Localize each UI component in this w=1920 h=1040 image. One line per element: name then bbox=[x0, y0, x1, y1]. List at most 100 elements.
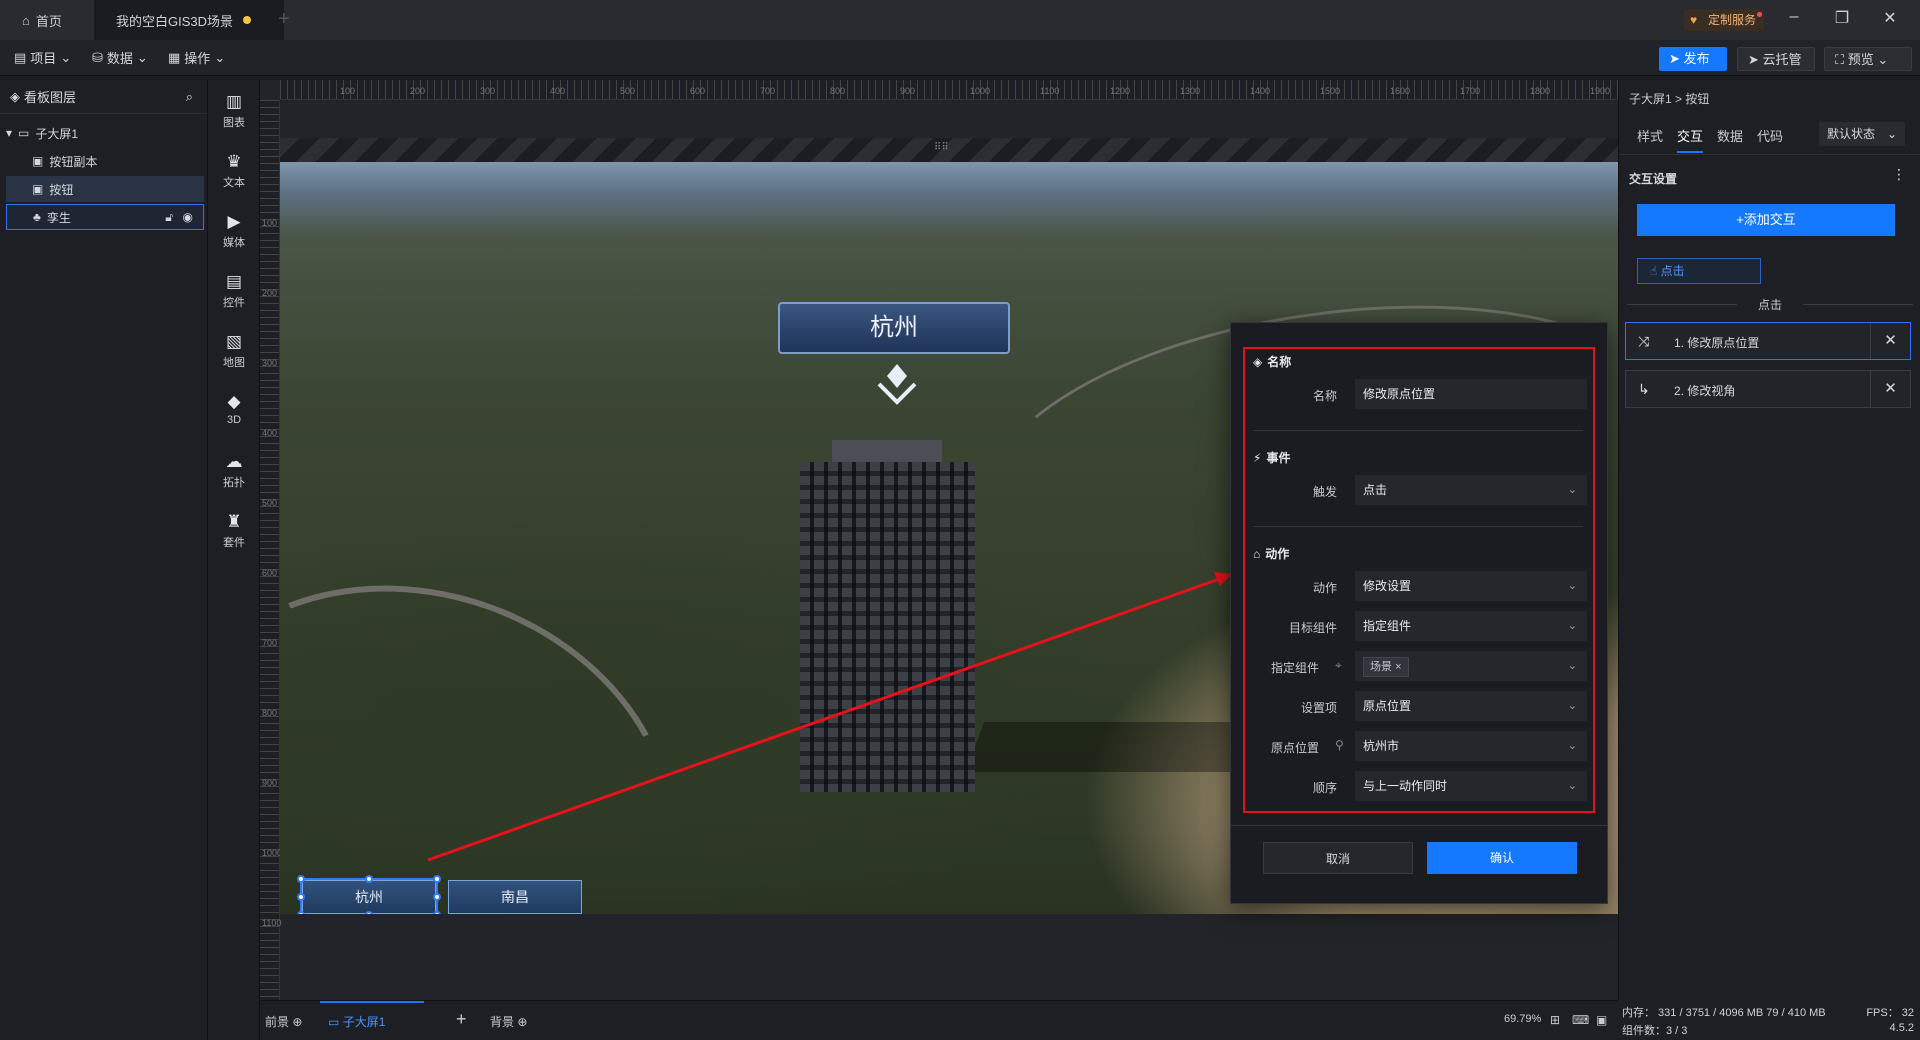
tab-background-label: 背景 bbox=[490, 1015, 515, 1029]
comp-media[interactable]: ▶ 媒体 bbox=[208, 212, 260, 250]
locate-icon[interactable]: ⌖ bbox=[1335, 658, 1342, 673]
field-label: 触发 bbox=[1312, 485, 1337, 499]
action-select[interactable]: 修改设置 ⌄ bbox=[1355, 571, 1587, 601]
remove-action-icon[interactable]: ✕ bbox=[1870, 323, 1910, 359]
chevron-down-icon: ⌄ bbox=[1877, 52, 1889, 67]
resize-handle[interactable] bbox=[433, 911, 441, 914]
chevron-down-icon: ⌄ bbox=[1567, 484, 1577, 496]
custom-service-button[interactable]: ♥ 定制服务 bbox=[1684, 9, 1765, 31]
hangzhou-button[interactable]: 杭州 bbox=[300, 878, 438, 914]
tab-code[interactable]: 代码 bbox=[1757, 126, 1783, 145]
ruler-label: 600 bbox=[690, 86, 706, 96]
building-shadow bbox=[965, 722, 1255, 772]
click-event-chip[interactable]: ☝︎ 点击 bbox=[1637, 258, 1761, 284]
field-label: 原点位置 bbox=[1270, 741, 1319, 755]
ruler-label: 1300 bbox=[1180, 86, 1201, 96]
comp-suite[interactable]: ♜ 套件 bbox=[208, 512, 260, 550]
comp-chart[interactable]: ▥ 图表 bbox=[208, 92, 260, 130]
fps-status: FPS： 32 bbox=[1866, 1007, 1914, 1019]
add-screen-icon[interactable]: + bbox=[456, 1009, 467, 1030]
chevron-down-icon: ⌄ bbox=[214, 49, 226, 65]
eye-icon[interactable]: ◉ bbox=[183, 210, 193, 224]
resize-handle[interactable] bbox=[297, 911, 305, 914]
caret-down-icon[interactable]: ▾ bbox=[6, 126, 12, 140]
tab-interaction[interactable]: 交互 bbox=[1677, 126, 1704, 153]
comp-3d[interactable]: ◆ 3D bbox=[208, 392, 260, 426]
tab-data[interactable]: 数据 bbox=[1717, 126, 1743, 145]
add-circle-icon[interactable]: ⊕ bbox=[292, 1015, 302, 1029]
terminal-icon[interactable]: ▣ bbox=[1596, 1013, 1607, 1027]
comp-topology[interactable]: ☁ 拓扑 bbox=[208, 452, 260, 490]
nanchang-button[interactable]: 南昌 bbox=[448, 880, 582, 914]
specified-select[interactable]: 场景 × ⌄ bbox=[1355, 651, 1587, 681]
toolbar: ▤ 项目 ⌄ ⛁ 数据 ⌄ ▦ 操作 ⌄ ➤ 发布 ➤ 云托管 ⛶ 预览 ⌄ bbox=[0, 40, 1920, 76]
tab-style[interactable]: 样式 bbox=[1637, 126, 1663, 145]
bottom-bar: 前景 ⊕ ▭ 子大屏1 + 背景 ⊕ 69.79% ⊞ ⌨ ▣ bbox=[260, 1000, 1618, 1040]
menu-project[interactable]: ▤ 项目 ⌄ bbox=[14, 48, 71, 67]
building-roof bbox=[832, 440, 942, 464]
chevron-down-icon: ⌄ bbox=[136, 49, 148, 65]
resize-handle[interactable] bbox=[433, 893, 441, 901]
add-circle-icon[interactable]: ⊕ bbox=[517, 1015, 527, 1029]
action-item-label: 1. 修改原点位置 bbox=[1674, 336, 1760, 350]
origin-select[interactable]: 杭州市 ⌄ bbox=[1355, 731, 1587, 761]
pin-icon[interactable]: ⚲ bbox=[1335, 738, 1344, 752]
state-select[interactable]: 默认状态 ⌄ bbox=[1819, 122, 1905, 146]
target-select[interactable]: 指定组件 ⌄ bbox=[1355, 611, 1587, 641]
resize-handle[interactable] bbox=[365, 911, 373, 914]
layer-item-screen[interactable]: ▾ ▭ 子大屏1 bbox=[6, 120, 204, 146]
image-icon: ▣ bbox=[32, 182, 44, 196]
search-icon[interactable]: ⌕ bbox=[186, 89, 193, 105]
comp-map[interactable]: ▧ 地图 bbox=[208, 332, 260, 370]
grid-icon: ▦ bbox=[168, 49, 181, 65]
action-item-2[interactable]: ↳ 2. 修改视角 ✕ bbox=[1625, 370, 1911, 408]
menu-operate[interactable]: ▦ 操作 ⌄ bbox=[168, 48, 225, 67]
name-input[interactable]: 修改原点位置 bbox=[1355, 379, 1587, 409]
order-select[interactable]: 与上一动作同时 ⌄ bbox=[1355, 771, 1587, 801]
chevron-down-icon: ⌄ bbox=[1567, 740, 1577, 752]
field-name: 名称 修改原点位置 bbox=[1243, 379, 1587, 409]
resize-handle[interactable] bbox=[297, 875, 305, 883]
close-icon[interactable]: ✕ bbox=[1878, 8, 1902, 28]
restore-icon[interactable]: ❐ bbox=[1830, 8, 1854, 28]
tab-screen[interactable]: ▭ 子大屏1 bbox=[328, 1013, 385, 1030]
zoom-level[interactable]: 69.79% bbox=[1504, 1013, 1541, 1025]
menu-data[interactable]: ⛁ 数据 ⌄ bbox=[92, 48, 148, 67]
drag-handle-icon[interactable]: ⠿⠿ bbox=[934, 142, 949, 153]
tab-background[interactable]: 背景 ⊕ bbox=[490, 1013, 527, 1030]
active-tab-indicator bbox=[320, 1001, 424, 1003]
add-interaction-button[interactable]: +添加交互 bbox=[1637, 204, 1895, 236]
comp-control[interactable]: ▤ 控件 bbox=[208, 272, 260, 310]
more-icon[interactable]: ⋮ bbox=[1892, 166, 1906, 183]
minimize-icon[interactable]: – bbox=[1782, 8, 1806, 26]
comp-label: 文本 bbox=[223, 177, 245, 189]
add-tab-icon[interactable]: + bbox=[278, 8, 290, 31]
chevron-down-icon: ⌄ bbox=[1886, 127, 1897, 141]
tab-home[interactable]: ⌂ 首页 bbox=[22, 0, 62, 40]
keyboard-icon[interactable]: ⌨ bbox=[1572, 1013, 1589, 1027]
publish-button[interactable]: ➤ 发布 bbox=[1659, 47, 1727, 71]
confirm-button[interactable]: 确认 bbox=[1427, 842, 1577, 874]
layer-item-button-copy[interactable]: ▣ 按钮副本 bbox=[6, 148, 204, 174]
3d-building[interactable] bbox=[800, 462, 975, 792]
unlock-icon[interactable]: 🔓︎ bbox=[165, 210, 173, 225]
tab-foreground[interactable]: 前景 ⊕ bbox=[265, 1013, 302, 1030]
cancel-button[interactable]: 取消 bbox=[1263, 842, 1413, 874]
resize-handle[interactable] bbox=[433, 875, 441, 883]
tag-close-icon[interactable]: × bbox=[1395, 661, 1401, 673]
layer-item-button[interactable]: ▣ 按钮 bbox=[6, 176, 204, 202]
resize-handle[interactable] bbox=[297, 893, 305, 901]
resize-handle[interactable] bbox=[365, 875, 373, 883]
cloud-button[interactable]: ➤ 云托管 bbox=[1737, 47, 1815, 71]
fit-icon[interactable]: ⊞ bbox=[1550, 1013, 1560, 1027]
tab-project[interactable]: 我的空白GIS3D场景 bbox=[94, 0, 284, 40]
setting-select[interactable]: 原点位置 ⌄ bbox=[1355, 691, 1587, 721]
comp-text[interactable]: ♛ 文本 bbox=[208, 152, 260, 190]
layer-panel: ◈ 看板图层 ⌕ ▾ ▭ 子大屏1 ▣ 按钮副本 ▣ 按钮 ♣ 孪生 🔓︎ ◉ bbox=[0, 80, 208, 1040]
trigger-select[interactable]: 点击 ⌄ bbox=[1355, 475, 1587, 505]
remove-action-icon[interactable]: ✕ bbox=[1870, 371, 1910, 407]
preview-button[interactable]: ⛶ 预览 ⌄ bbox=[1824, 47, 1912, 71]
layer-item-twin[interactable]: ♣ 孪生 🔓︎ ◉ bbox=[6, 204, 204, 230]
version-label: 4.5.2 bbox=[1889, 1022, 1914, 1034]
action-item-1[interactable]: ⤨ 1. 修改原点位置 ✕ bbox=[1625, 322, 1911, 360]
